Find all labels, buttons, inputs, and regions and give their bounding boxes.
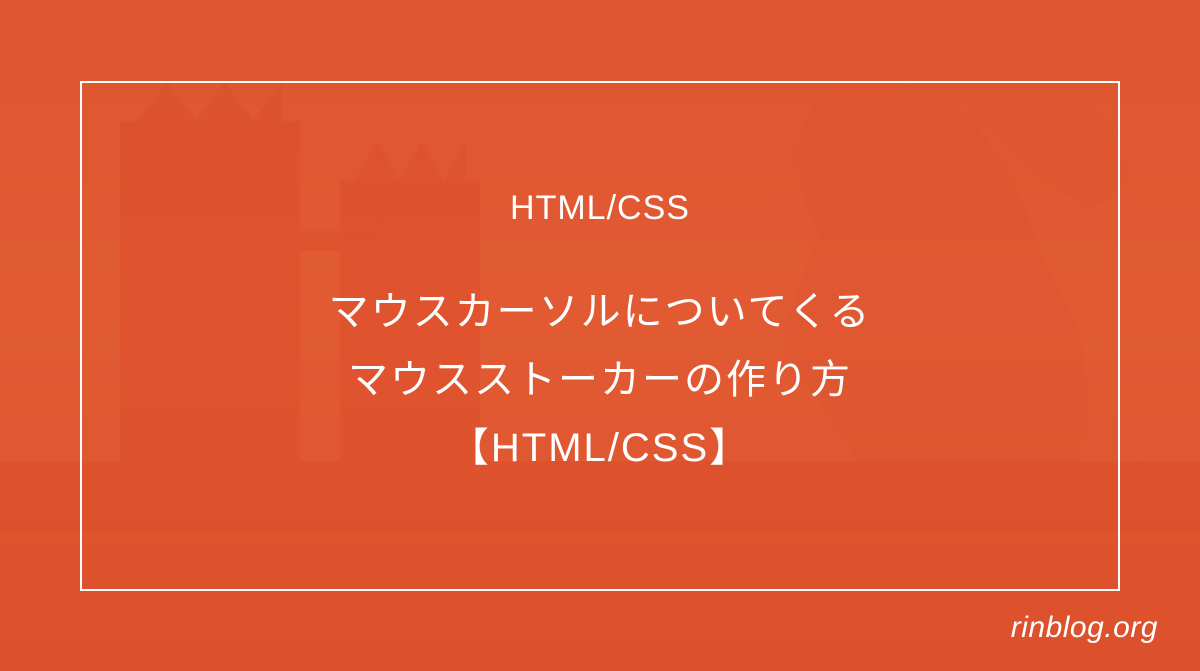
category-label: HTML/CSS xyxy=(510,189,690,228)
title-line-2: マウスストーカーの作り方 xyxy=(329,346,872,414)
title-line-1: マウスカーソルについてくる xyxy=(329,278,872,346)
title-frame: HTML/CSS マウスカーソルについてくる マウスストーカーの作り方 【HTM… xyxy=(80,81,1120,591)
content-container: HTML/CSS マウスカーソルについてくる マウスストーカーの作り方 【HTM… xyxy=(0,0,1200,671)
title-line-3: 【HTML/CSS】 xyxy=(329,414,872,482)
article-title: マウスカーソルについてくる マウスストーカーの作り方 【HTML/CSS】 xyxy=(329,278,872,482)
site-name: rinblog.org xyxy=(1011,611,1158,645)
